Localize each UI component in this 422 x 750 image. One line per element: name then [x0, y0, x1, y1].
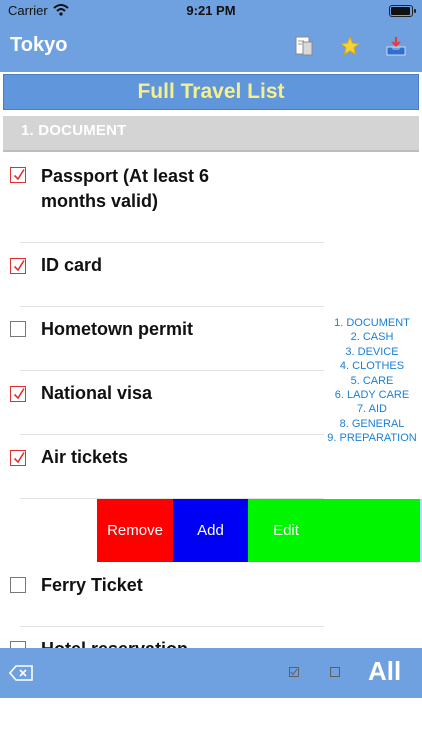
checkbox-checked[interactable]: [10, 386, 26, 402]
item-label: Hometown permit: [41, 319, 194, 339]
swipe-actions: Remove Add Edit: [97, 499, 420, 562]
item-label: Air tickets: [41, 447, 129, 467]
star-icon[interactable]: [339, 35, 361, 57]
index-item[interactable]: 3. DEVICE: [322, 345, 422, 359]
inbox-download-icon[interactable]: [385, 35, 407, 57]
divider: [20, 306, 324, 307]
bottom-toolbar: All: [0, 648, 422, 698]
nav-bar: Tokyo: [0, 22, 422, 72]
item-label: ID card: [41, 255, 103, 275]
index-item[interactable]: 7. AID: [322, 402, 422, 416]
uncheck-all-icon[interactable]: [330, 667, 340, 677]
document-icon[interactable]: [293, 35, 315, 57]
index-item[interactable]: 1. DOCUMENT: [322, 316, 422, 330]
checkbox-checked[interactable]: [10, 167, 26, 183]
add-button[interactable]: Add: [173, 499, 248, 562]
clear-delete-icon[interactable]: [9, 665, 33, 681]
checkbox-checked[interactable]: [10, 258, 26, 274]
clock: 9:21 PM: [186, 3, 236, 18]
list-banner: Full Travel List: [3, 74, 419, 110]
edit-button[interactable]: Edit: [248, 499, 420, 562]
checkbox-unchecked[interactable]: [10, 641, 26, 648]
index-item[interactable]: 5. CARE: [322, 374, 422, 388]
list-item[interactable]: National visa: [0, 381, 324, 434]
checkbox-checked[interactable]: [10, 450, 26, 466]
battery-icon: [389, 5, 416, 17]
list-item[interactable]: Ferry Ticket: [0, 573, 324, 626]
section-header: 1. DOCUMENT: [3, 116, 419, 152]
section-index[interactable]: 1. DOCUMENT 2. CASH 3. DEVICE 4. CLOTHES…: [322, 316, 422, 446]
index-item[interactable]: 4. CLOTHES: [322, 359, 422, 373]
list-item[interactable]: Passport (At least 6 months valid): [0, 164, 324, 242]
index-item[interactable]: 8. GENERAL: [322, 417, 422, 431]
section-title: 1. DOCUMENT: [21, 122, 127, 139]
list-item[interactable]: Air tickets: [0, 445, 324, 498]
check-all-icon[interactable]: [289, 667, 299, 677]
edit-label: Edit: [273, 522, 299, 539]
status-bar: Carrier 9:21 PM: [0, 0, 422, 22]
item-label: National visa: [41, 383, 153, 403]
index-item[interactable]: 9. PREPARATION: [322, 431, 422, 445]
checkbox-unchecked[interactable]: [10, 577, 26, 593]
checkbox-unchecked[interactable]: [10, 321, 26, 337]
divider: [20, 370, 324, 371]
divider: [20, 626, 324, 627]
banner-title: Full Travel List: [137, 80, 285, 103]
list-item[interactable]: ID card: [0, 253, 324, 306]
item-label: Ferry Ticket: [41, 575, 143, 595]
item-label: Hotel reservation: [41, 637, 188, 648]
trip-title: Tokyo: [10, 34, 68, 56]
remove-button[interactable]: Remove: [97, 499, 173, 562]
all-button[interactable]: All: [368, 656, 401, 687]
divider: [20, 242, 324, 243]
index-item[interactable]: 2. CASH: [322, 330, 422, 344]
index-item[interactable]: 6. LADY CARE: [322, 388, 422, 402]
list-item[interactable]: Hometown permit: [0, 317, 324, 370]
list-item[interactable]: Hotel reservation: [0, 637, 324, 648]
divider: [20, 434, 324, 435]
item-label: Passport (At least 6 months valid): [41, 166, 210, 211]
